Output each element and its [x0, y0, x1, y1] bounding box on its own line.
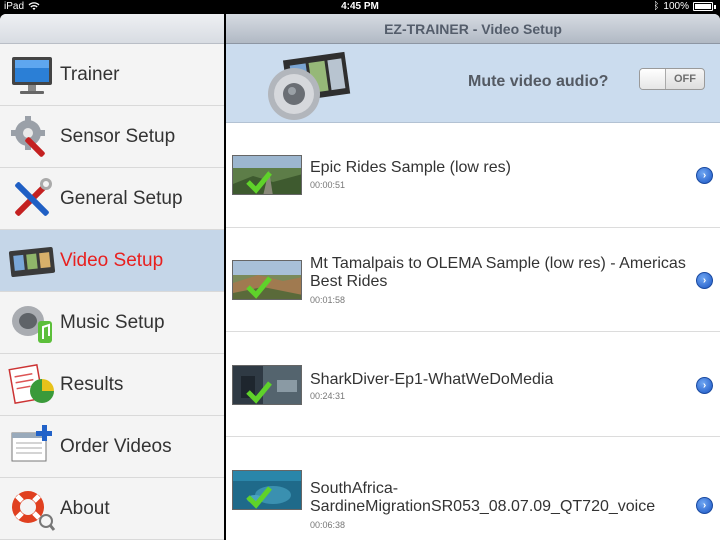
list-item[interactable]: SouthAfrica-SardineMigrationSR053_08.07.…: [226, 438, 720, 540]
monitor-icon: [12, 56, 52, 94]
tools-icon: [15, 177, 52, 216]
speaker-film-icon: [268, 51, 351, 120]
sidebar-item-label: General Setup: [60, 187, 183, 209]
mute-audio-label: Mute video audio?: [468, 73, 609, 90]
video-title: SouthAfrica-SardineMigrationSR053_08.07.…: [310, 480, 656, 515]
sidebar-item-about[interactable]: About: [0, 478, 224, 540]
sidebar-item-label: Order Videos: [60, 435, 172, 457]
order-form-icon: [11, 424, 52, 461]
list-item[interactable]: Mt Tamalpais to OLEMA Sample (low res) -…: [226, 228, 720, 332]
toggle-knob: [640, 69, 666, 89]
sidebar-item-sensor-setup[interactable]: Sensor Setup: [0, 106, 224, 168]
lifebuoy-icon: [12, 490, 56, 531]
video-thumbnail: [232, 470, 302, 510]
status-right: ᛒ 100%: [653, 1, 716, 12]
sidebar-item-order-videos[interactable]: Order Videos: [0, 416, 224, 478]
mute-audio-row: Mute video audio? OFF: [226, 44, 720, 123]
sidebar-item-results[interactable]: Results: [0, 354, 224, 416]
checkmark-icon: [246, 171, 272, 194]
disclosure-chevron-icon[interactable]: ›: [696, 377, 713, 394]
bluetooth-icon: ᛒ: [653, 1, 660, 12]
clock: 4:45 PM: [341, 1, 379, 12]
battery-icon: [693, 2, 713, 11]
battery-percent: 100%: [663, 1, 689, 12]
video-title: SharkDiver-Ep1-WhatWeDoMedia: [310, 371, 554, 388]
sidebar-item-video-setup[interactable]: Video Setup: [0, 230, 224, 292]
sidebar-item-trainer[interactable]: Trainer: [0, 44, 224, 106]
sidebar-header: [0, 14, 224, 44]
video-duration: 00:01:58: [310, 295, 346, 305]
sidebar: Trainer Sensor Setup General Setup Video…: [0, 14, 224, 540]
sidebar-item-label: Trainer: [60, 63, 120, 85]
video-title: Mt Tamalpais to OLEMA Sample (low res) -…: [310, 255, 686, 290]
disclosure-chevron-icon[interactable]: ›: [696, 272, 713, 289]
video-thumbnail: [232, 365, 302, 405]
chart-report-icon: [8, 363, 54, 404]
list-item[interactable]: Epic Rides Sample (low res) 00:00:51 ›: [226, 124, 720, 228]
video-title: Epic Rides Sample (low res): [310, 159, 511, 176]
status-bar: iPad 4:45 PM ᛒ 100%: [0, 0, 720, 14]
video-duration: 00:24:31: [310, 391, 346, 401]
sidebar-item-label: Music Setup: [60, 311, 165, 333]
video-duration: 00:06:38: [310, 520, 346, 530]
video-thumbnail: [232, 155, 302, 195]
disclosure-chevron-icon[interactable]: ›: [696, 167, 713, 184]
list-item[interactable]: SharkDiver-Ep1-WhatWeDoMedia 00:24:31 ›: [226, 333, 720, 437]
sidebar-item-music-setup[interactable]: Music Setup: [0, 292, 224, 354]
gear-wrench-icon: [11, 115, 45, 157]
sidebar-item-label: Results: [60, 373, 124, 395]
checkmark-icon: [246, 381, 272, 404]
film-strip-icon: [8, 246, 56, 277]
sidebar-item-label: Video Setup: [60, 249, 164, 271]
disclosure-chevron-icon[interactable]: ›: [696, 497, 713, 514]
battery-nub: [714, 4, 716, 9]
video-duration: 00:00:51: [310, 180, 346, 190]
sidebar-item-general-setup[interactable]: General Setup: [0, 168, 224, 230]
speaker-music-icon: [12, 305, 52, 343]
sidebar-item-label: About: [60, 497, 110, 519]
checkmark-icon: [246, 486, 272, 509]
checkmark-icon: [246, 276, 272, 299]
toggle-state-label: OFF: [674, 73, 696, 85]
page-title: EZ-TRAINER - Video Setup: [226, 14, 720, 44]
detail-pane: EZ-TRAINER - Video Setup Mute video audi…: [226, 14, 720, 540]
sidebar-item-label: Sensor Setup: [60, 125, 176, 147]
video-thumbnail: [232, 260, 302, 300]
mute-audio-toggle[interactable]: OFF: [639, 68, 705, 90]
